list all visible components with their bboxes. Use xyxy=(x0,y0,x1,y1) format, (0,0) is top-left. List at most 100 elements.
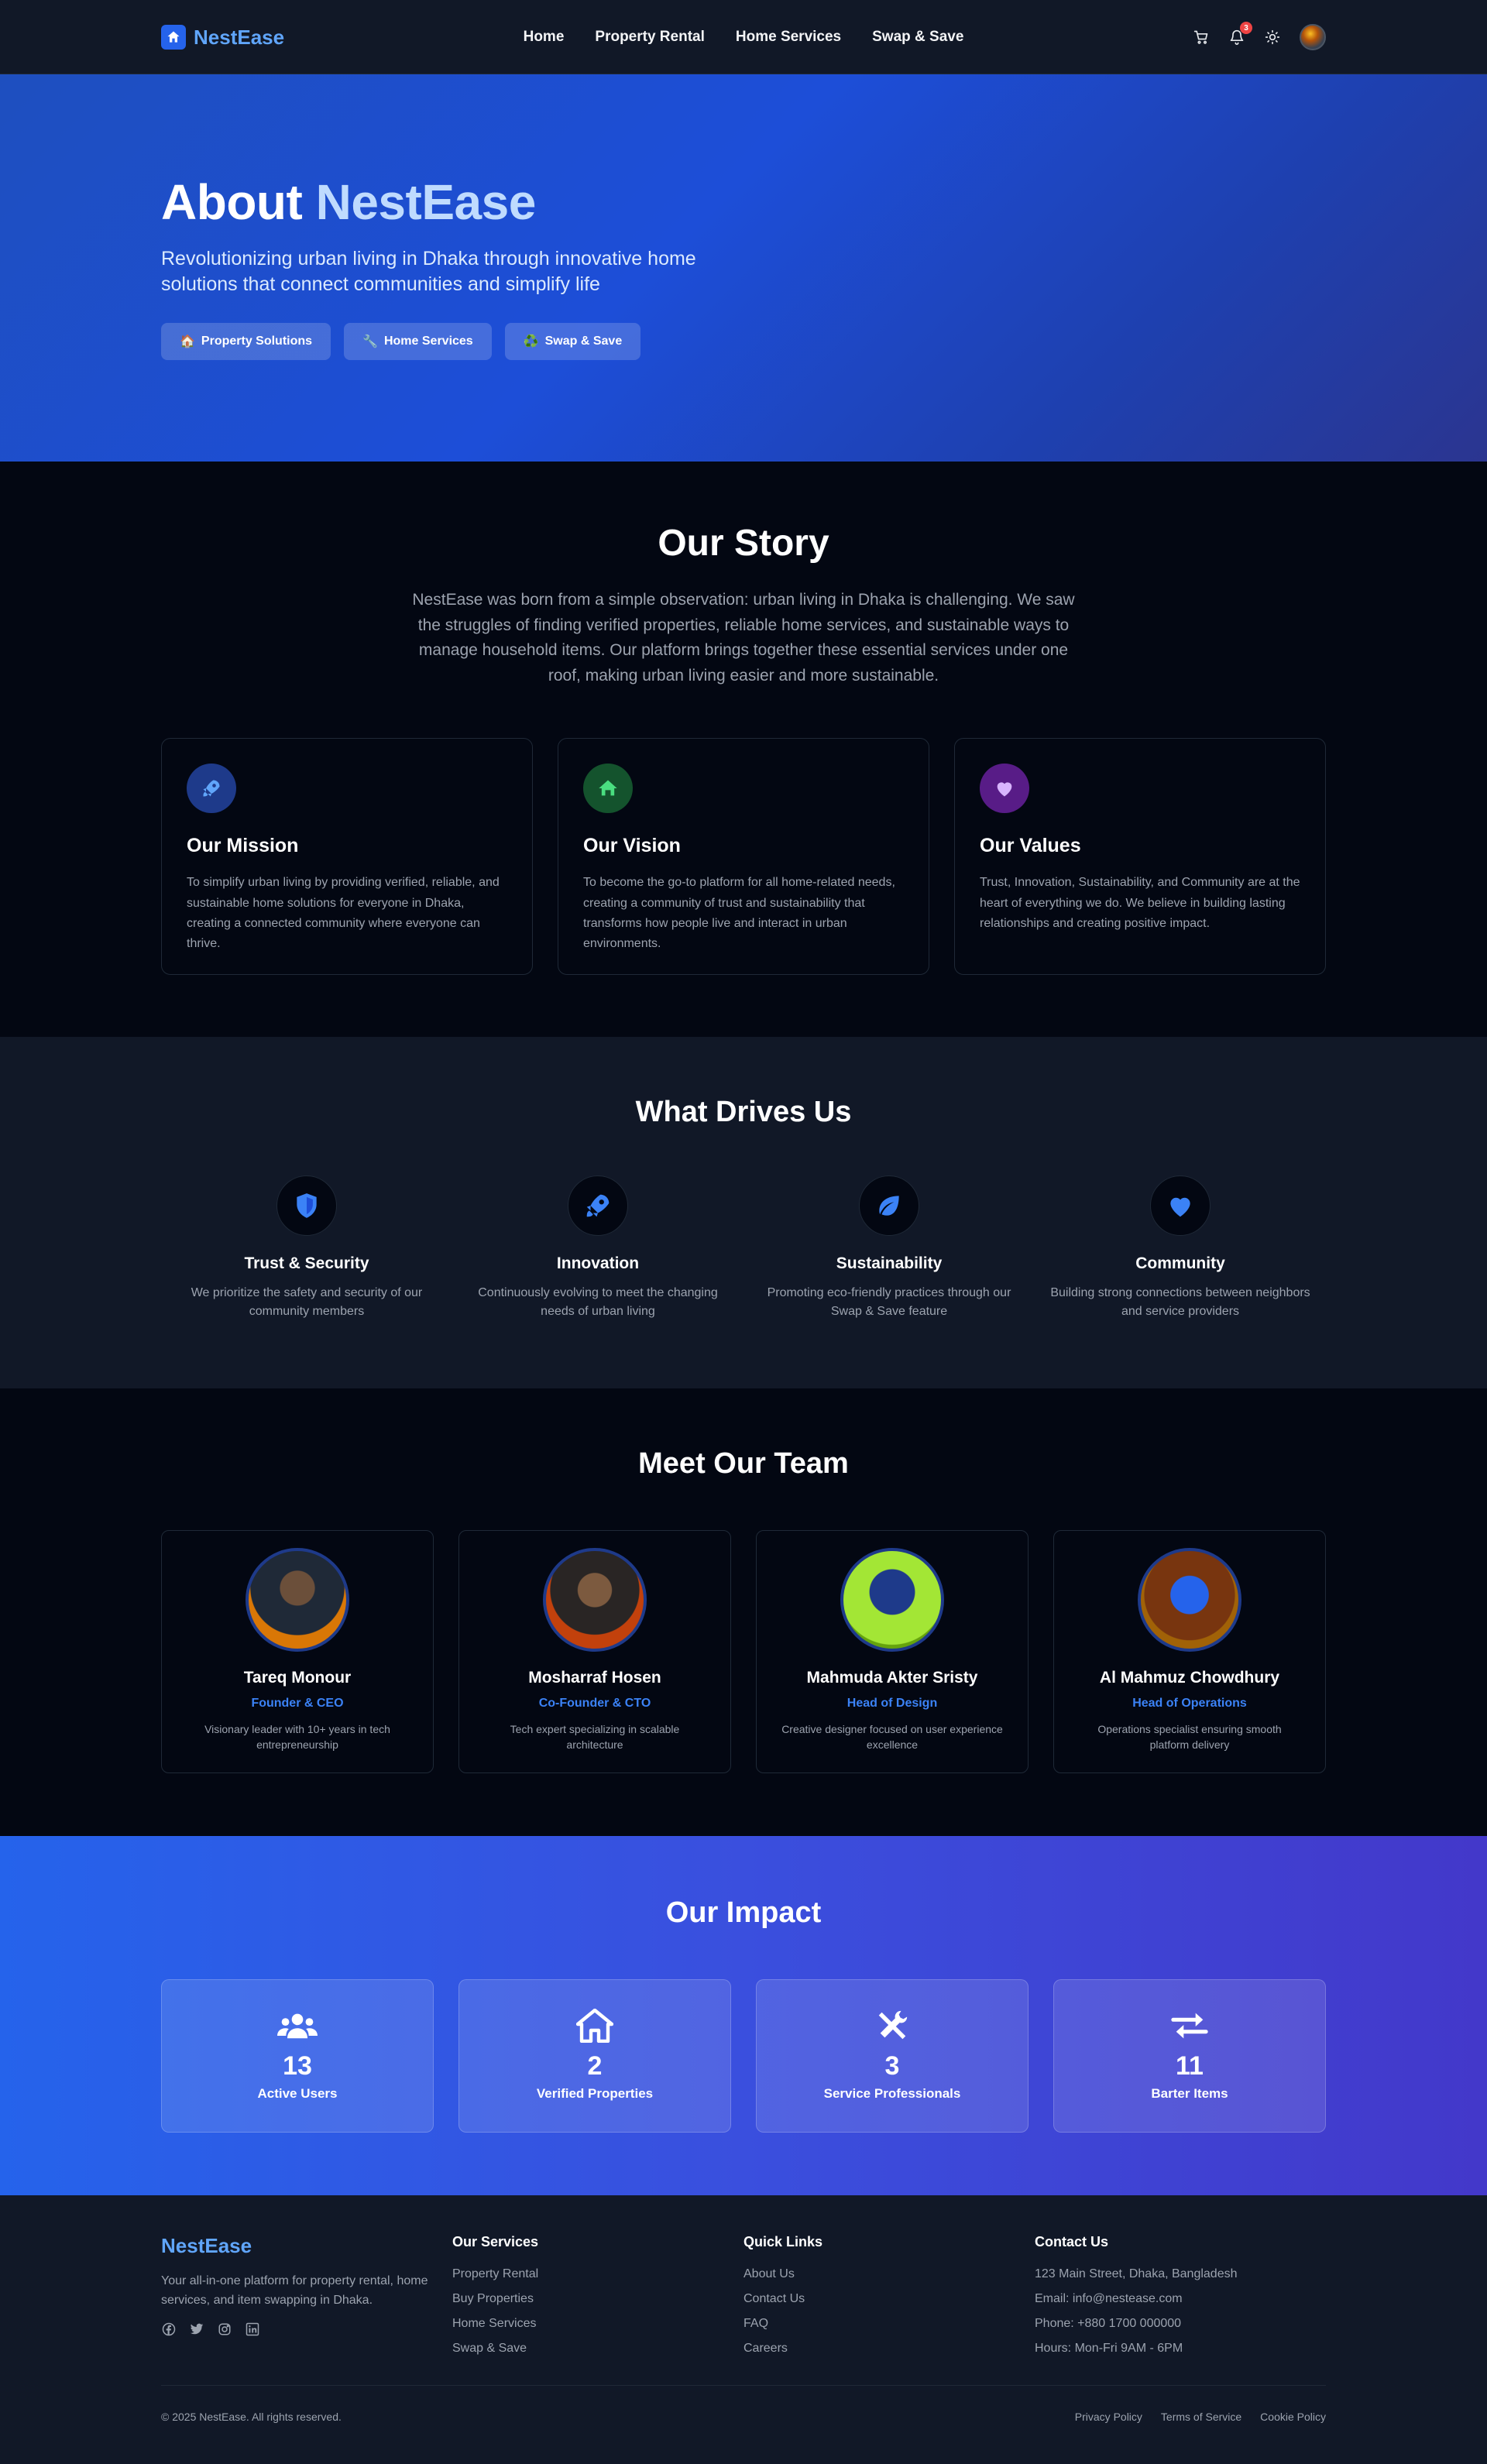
twitter-icon[interactable] xyxy=(189,2322,204,2337)
nav-link-home[interactable]: Home xyxy=(524,29,565,46)
footer-link-swap-save[interactable]: Swap & Save xyxy=(452,2342,744,2356)
drives-grid: Trust & Security We prioritize the safet… xyxy=(161,1175,1326,1321)
member-bio: Creative designer focused on user experi… xyxy=(781,1723,1003,1752)
shield-icon xyxy=(276,1175,337,1237)
avatar[interactable] xyxy=(1300,24,1326,50)
home-logo-icon xyxy=(161,25,186,50)
meet-our-team-section: Meet Our Team Tareq Monour Founder & CEO… xyxy=(0,1388,1487,1837)
footer-link-about-us[interactable]: About Us xyxy=(744,2267,1035,2281)
cookie-policy-link[interactable]: Cookie Policy xyxy=(1260,2411,1326,2423)
card-text: To simplify urban living by providing ve… xyxy=(187,876,500,951)
nav-link-property-rental[interactable]: Property Rental xyxy=(595,29,704,46)
privacy-policy-link[interactable]: Privacy Policy xyxy=(1075,2411,1142,2423)
drive-item-trust: Trust & Security We prioritize the safet… xyxy=(161,1175,452,1321)
recycle-emoji-icon: ♻️ xyxy=(523,335,539,349)
member-role: Co-Founder & CTO xyxy=(538,1697,651,1711)
footer-column-title: Contact Us xyxy=(1035,2234,1109,2250)
impact-grid: 13 Active Users 2 Verified Properties 3 … xyxy=(161,1979,1326,2133)
stat-card-active-users: 13 Active Users xyxy=(161,1979,434,2133)
stat-card-barter-items: 11 Barter Items xyxy=(1053,1979,1326,2133)
drive-text: Building strong connections between neig… xyxy=(1050,1286,1310,1319)
cart-icon[interactable] xyxy=(1193,29,1210,46)
member-role: Head of Design xyxy=(847,1697,938,1711)
rocket-icon xyxy=(568,1175,628,1237)
nav-link-home-services[interactable]: Home Services xyxy=(736,29,841,46)
card-text: Trust, Innovation, Sustainability, and C… xyxy=(980,876,1300,930)
home-icon xyxy=(583,764,633,814)
drive-item-innovation: Innovation Continuously evolving to meet… xyxy=(452,1175,744,1321)
member-photo xyxy=(543,1548,647,1652)
sun-icon[interactable] xyxy=(1264,29,1281,46)
member-bio: Tech expert specializing in scalable arc… xyxy=(510,1723,680,1752)
card-title: Our Values xyxy=(980,835,1081,857)
terms-of-service-link[interactable]: Terms of Service xyxy=(1161,2411,1241,2423)
footer-link-property-rental[interactable]: Property Rental xyxy=(452,2267,744,2281)
member-photo xyxy=(246,1548,349,1652)
facebook-icon[interactable] xyxy=(161,2322,177,2337)
member-role: Head of Operations xyxy=(1132,1697,1247,1711)
footer-services-column: Our Services Property Rental Buy Propert… xyxy=(452,2234,744,2366)
stat-label: Active Users xyxy=(257,2086,338,2102)
member-bio: Operations specialist ensuring smooth pl… xyxy=(1097,1723,1282,1752)
stat-value: 13 xyxy=(283,2051,312,2081)
brand-logo-link[interactable]: NestEase xyxy=(161,25,284,50)
footer-link-buy-properties[interactable]: Buy Properties xyxy=(452,2292,744,2306)
team-member-card: Tareq Monour Founder & CEO Visionary lea… xyxy=(161,1530,434,1774)
story-text: NestEase was born from a simple observat… xyxy=(412,591,1075,685)
drive-title: Trust & Security xyxy=(244,1254,369,1273)
member-bio: Visionary leader with 10+ years in tech … xyxy=(204,1723,390,1752)
our-story-section: Our Story NestEase was born from a simpl… xyxy=(0,462,1487,1038)
house-emoji-icon: 🏠 xyxy=(180,335,195,349)
pill-label: Home Services xyxy=(383,335,473,348)
stat-card-verified-properties: 2 Verified Properties xyxy=(458,1979,731,2133)
footer-description: Your all-in-one platform for property re… xyxy=(161,2274,428,2307)
page-title: About NestEase xyxy=(161,175,1326,229)
leaf-icon xyxy=(859,1175,919,1237)
copyright-text: © 2025 NestEase. All rights reserved. xyxy=(161,2411,342,2424)
pill-home-services[interactable]: 🔧 Home Services xyxy=(344,323,492,361)
footer-link-contact-us[interactable]: Contact Us xyxy=(744,2292,1035,2306)
card-text: To become the go-to platform for all hom… xyxy=(583,876,895,951)
tools-icon xyxy=(757,2008,1028,2044)
pill-property-solutions[interactable]: 🏠 Property Solutions xyxy=(161,323,331,361)
title-prefix: About xyxy=(161,174,303,230)
drive-title: Community xyxy=(1135,1254,1225,1273)
pill-label: Swap & Save xyxy=(544,335,623,348)
drive-title: Sustainability xyxy=(836,1254,943,1273)
drive-title: Innovation xyxy=(556,1254,640,1273)
contact-phone: Phone: +880 1700 000000 xyxy=(1035,2317,1182,2331)
values-card: Our Values Trust, Innovation, Sustainabi… xyxy=(954,738,1326,976)
member-role: Founder & CEO xyxy=(251,1697,344,1711)
stat-value: 3 xyxy=(884,2051,900,2081)
stat-value: 11 xyxy=(1176,2051,1204,2081)
nav-link-swap-save[interactable]: Swap & Save xyxy=(872,29,963,46)
footer-link-careers[interactable]: Careers xyxy=(744,2342,1035,2356)
footer-link-faq[interactable]: FAQ xyxy=(744,2317,1035,2331)
member-photo xyxy=(840,1548,944,1652)
stat-label: Barter Items xyxy=(1151,2086,1228,2102)
drive-text: We prioritize the safety and security of… xyxy=(191,1286,423,1319)
team-member-card: Al Mahmuz Chowdhury Head of Operations O… xyxy=(1053,1530,1326,1774)
bell-icon[interactable]: 3 xyxy=(1228,22,1252,46)
site-footer: NestEase Your all-in-one platform for pr… xyxy=(0,2195,1487,2464)
story-cards: Our Mission To simplify urban living by … xyxy=(161,738,1326,976)
card-title: Our Mission xyxy=(187,835,299,857)
linkedin-icon[interactable] xyxy=(245,2322,260,2337)
our-impact-section: Our Impact 13 Active Users 2 Verified Pr… xyxy=(0,1836,1487,2196)
section-title: Our Impact xyxy=(665,1896,822,1930)
nav-actions: 3 xyxy=(1193,22,1326,50)
instagram-icon[interactable] xyxy=(217,2322,232,2337)
footer-brand-column: NestEase Your all-in-one platform for pr… xyxy=(161,2234,452,2366)
pill-swap-save[interactable]: ♻️ Swap & Save xyxy=(504,323,641,361)
mission-card: Our Mission To simplify urban living by … xyxy=(161,738,533,976)
notification-count-badge: 3 xyxy=(1240,22,1252,34)
vision-card: Our Vision To become the go-to platform … xyxy=(558,738,929,976)
hero-section: About NestEase Revolutionizing urban liv… xyxy=(0,74,1487,462)
footer-quick-links-column: Quick Links About Us Contact Us FAQ Care… xyxy=(744,2234,1035,2366)
footer-bottom-bar: © 2025 NestEase. All rights reserved. Pr… xyxy=(161,2385,1326,2423)
footer-column-title: Our Services xyxy=(452,2234,539,2250)
top-navbar: NestEase Home Property Rental Home Servi… xyxy=(0,0,1487,74)
card-title: Our Vision xyxy=(583,835,681,857)
wrench-emoji-icon: 🔧 xyxy=(362,335,378,349)
footer-link-home-services[interactable]: Home Services xyxy=(452,2317,744,2331)
